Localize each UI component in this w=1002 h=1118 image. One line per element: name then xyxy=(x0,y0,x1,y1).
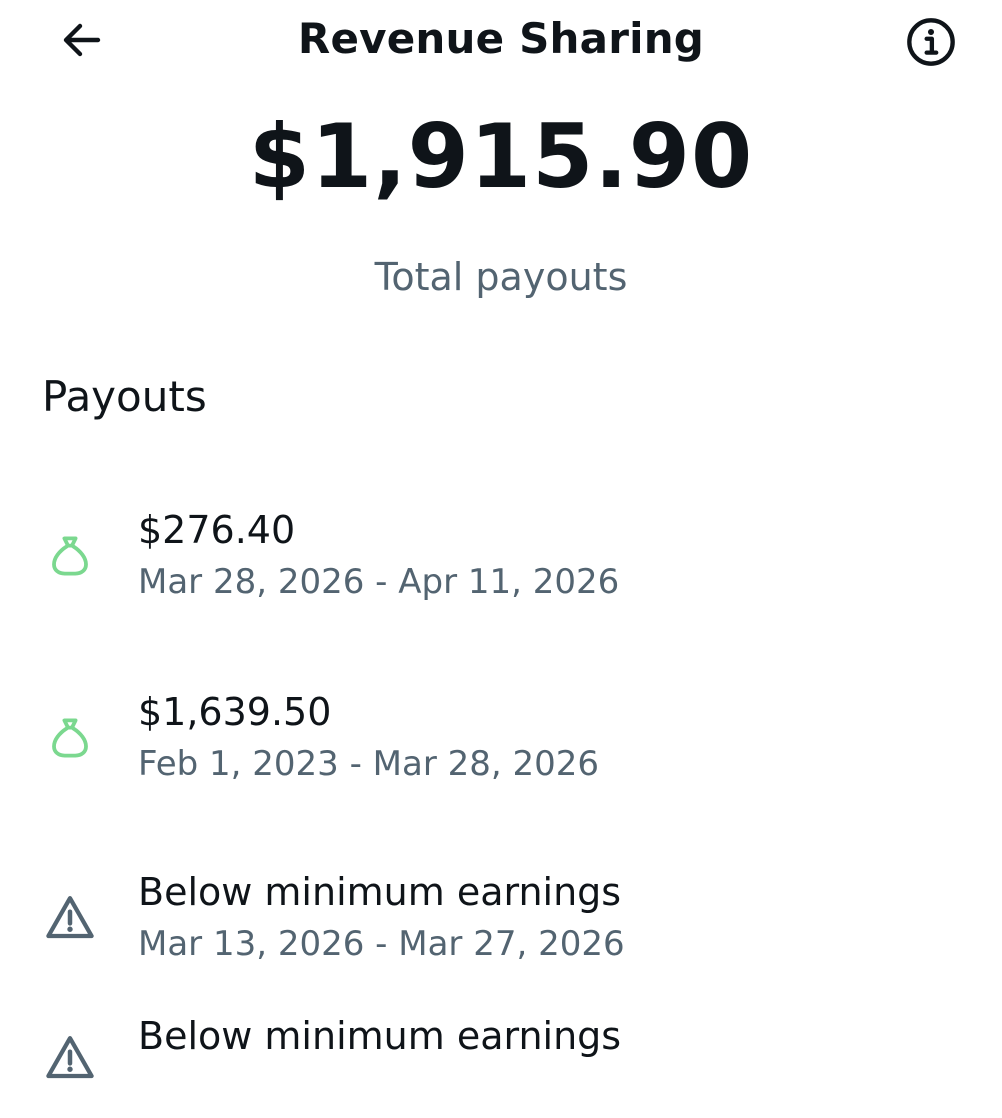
payout-item[interactable]: Below minimum earnings Mar 13, 2026 - Ma… xyxy=(0,868,1002,978)
total-payouts-label: Total payouts xyxy=(374,255,628,299)
payout-dates: Mar 13, 2026 - Mar 27, 2026 xyxy=(138,924,625,964)
info-icon xyxy=(907,18,955,66)
warning-icon xyxy=(42,890,98,946)
payout-item[interactable]: Below minimum earnings xyxy=(0,1008,1002,1118)
payout-status: Below minimum earnings xyxy=(138,1014,622,1058)
payout-dates: Feb 1, 2023 - Mar 28, 2026 xyxy=(138,744,600,784)
payout-item[interactable]: $276.40 Mar 28, 2026 - Apr 11, 2026 xyxy=(0,506,1002,616)
money-bag-icon xyxy=(42,528,98,584)
top-bar: Revenue Sharing xyxy=(0,0,1002,82)
payout-amount: $1,639.50 xyxy=(138,690,332,734)
page-title: Revenue Sharing xyxy=(297,14,705,63)
info-button[interactable] xyxy=(903,14,959,70)
payout-item[interactable]: $1,639.50 Feb 1, 2023 - Mar 28, 2026 xyxy=(0,688,1002,798)
money-bag-icon xyxy=(42,710,98,766)
warning-icon xyxy=(42,1030,98,1086)
payout-status: Below minimum earnings xyxy=(138,870,622,914)
payout-amount: $276.40 xyxy=(138,508,296,552)
payouts-heading: Payouts xyxy=(42,372,207,421)
payout-dates: Mar 28, 2026 - Apr 11, 2026 xyxy=(138,562,620,602)
total-payouts-amount: $1,915.90 xyxy=(248,105,754,208)
